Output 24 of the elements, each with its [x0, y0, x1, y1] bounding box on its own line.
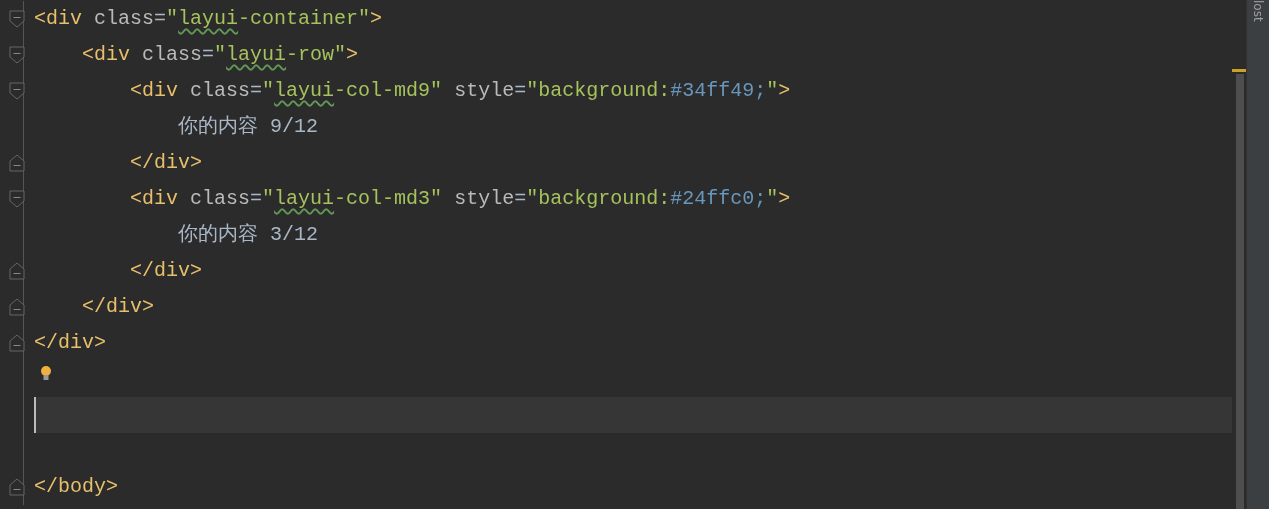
- code-line: <div class="layui-container">: [34, 6, 383, 32]
- code-line: <div class="layui-col-md3" style="background:#24ffc0;">: [129, 186, 791, 212]
- code-line: </div>: [81, 294, 155, 320]
- code-line: 你的内容 3/12: [177, 222, 319, 248]
- code-line: </div>: [129, 150, 203, 176]
- fold-icon[interactable]: [9, 190, 25, 208]
- code-line: 你的内容 9/12: [177, 114, 319, 140]
- fold-icon[interactable]: [9, 154, 25, 172]
- code-line: </div>: [129, 258, 203, 284]
- fold-icon[interactable]: [9, 10, 25, 28]
- fold-icon[interactable]: [9, 298, 25, 316]
- code-line: <div class="layui-row">: [81, 42, 359, 68]
- fold-icon[interactable]: [9, 262, 25, 280]
- code-line: <div class="layui-col-md9" style="background:#34ff49;">: [129, 78, 791, 104]
- scrollbar-thumb[interactable]: [1236, 74, 1244, 509]
- fold-icon[interactable]: [9, 82, 25, 100]
- lightbulb-icon[interactable]: [40, 365, 52, 381]
- code-line: </div>: [34, 330, 106, 356]
- fold-icon[interactable]: [9, 334, 25, 352]
- warning-marker[interactable]: [1232, 69, 1246, 72]
- side-panel-tab[interactable]: lost: [1251, 0, 1265, 22]
- fold-icon[interactable]: [9, 46, 25, 64]
- fold-icon[interactable]: [9, 478, 25, 496]
- code-line: </body>: [34, 474, 118, 500]
